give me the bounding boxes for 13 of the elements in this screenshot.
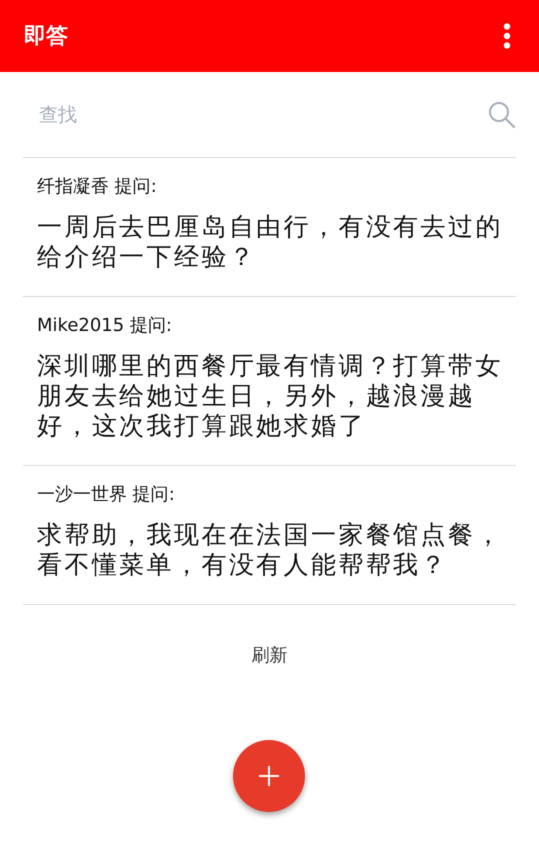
more-menu-icon[interactable] bbox=[503, 23, 511, 49]
app-title: 即答 bbox=[24, 23, 68, 51]
question-text[interactable]: 求帮助，我现在在法国一家餐馆点餐，看不懂菜单，有没有人能帮帮我？ bbox=[37, 520, 509, 580]
asker-label: 一沙一世界 提问: bbox=[37, 483, 175, 507]
plus-icon bbox=[258, 765, 280, 787]
question-text[interactable]: 深圳哪里的西餐厅最有情调？打算带女朋友去给她过生日，另外，越浪漫越好，这次我打算跟她求婚了 bbox=[37, 351, 509, 441]
refresh-link[interactable]: 刷新 bbox=[252, 643, 288, 667]
asker-label: Mike2015 提问: bbox=[37, 314, 172, 338]
search-icon[interactable] bbox=[488, 100, 516, 128]
search-field[interactable]: 查找 bbox=[37, 102, 488, 126]
add-button[interactable] bbox=[233, 740, 305, 812]
question-text[interactable]: 一周后去巴厘岛自由行，有没有去过的给介绍一下经验？ bbox=[37, 212, 509, 272]
asker-label: 纤指凝香 提问: bbox=[37, 175, 157, 199]
